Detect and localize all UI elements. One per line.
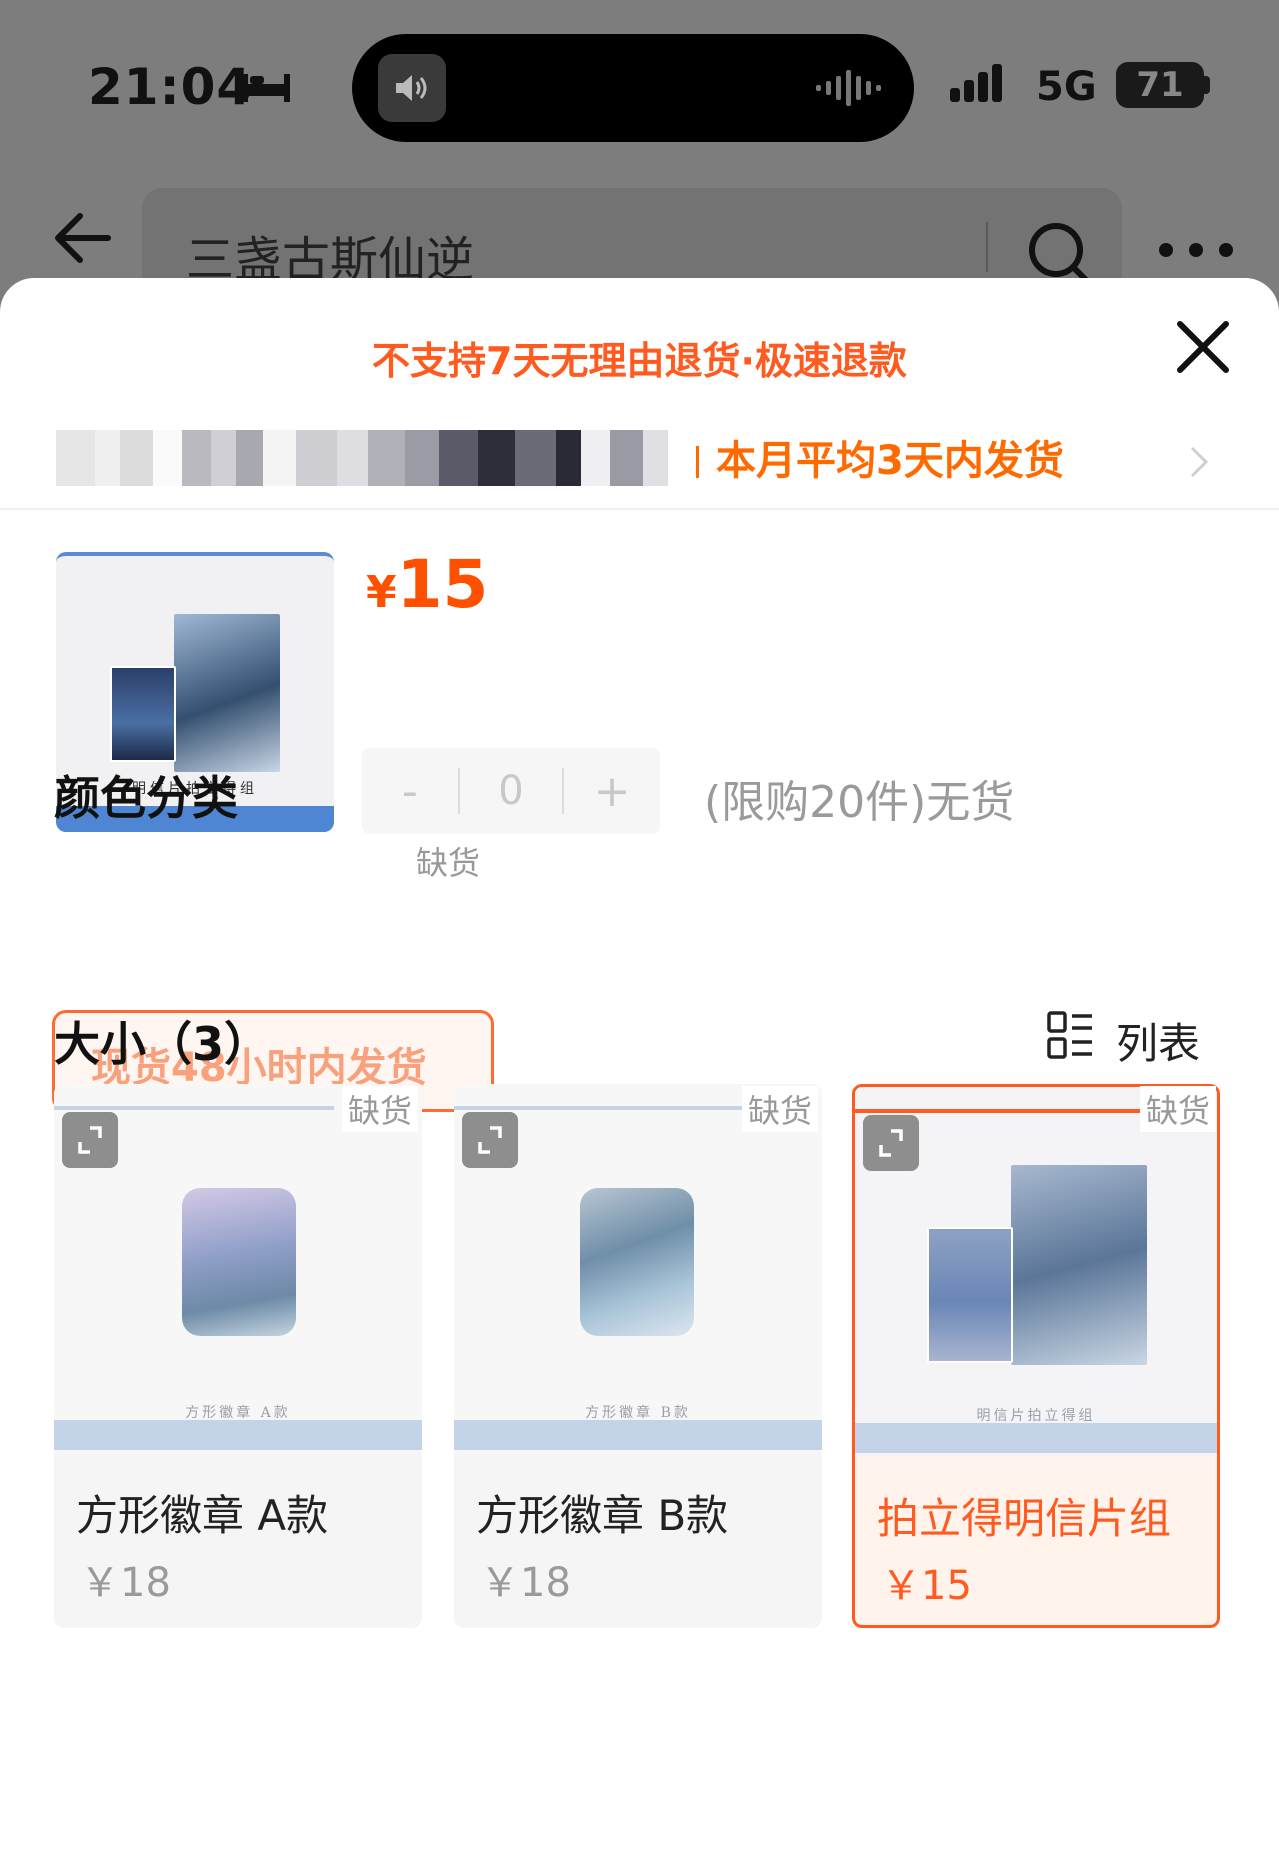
card-top-line: [855, 1109, 1145, 1113]
polaroid-art-front: [927, 1227, 1013, 1363]
waveform-icon: [816, 70, 881, 106]
card-caption: 方形徽章 B款: [585, 1405, 691, 1421]
size-section-title: 大小（3）: [54, 1017, 271, 1071]
sku-selector-sheet: 不支持7天无理由退货·极速退款 本月平均3天内发货 明信片拍立得组 ¥15 - …: [0, 278, 1279, 1858]
expand-image-icon[interactable]: [863, 1115, 919, 1171]
network-type: 5G: [1036, 64, 1097, 110]
shop-separator: [696, 446, 699, 478]
shop-name-blurred: [56, 430, 668, 486]
polaroid-art-back: [1011, 1165, 1147, 1365]
card-band: [855, 1423, 1217, 1453]
quantity-stepper[interactable]: - 0 +: [362, 748, 660, 834]
badge-art-b: [580, 1188, 694, 1336]
badge-art-a: [182, 1188, 296, 1336]
shop-info-row[interactable]: 本月平均3天内发货: [0, 408, 1279, 510]
quantity-value[interactable]: 0: [458, 768, 564, 814]
card-price: ￥18: [480, 1560, 571, 1606]
list-view-icon: [1047, 1011, 1092, 1059]
price-currency: ¥: [366, 567, 397, 618]
status-bar: 21:04 5G 71: [0, 0, 1279, 170]
card-caption: 方形徽章 A款: [185, 1405, 291, 1421]
card-price: ￥15: [881, 1563, 972, 1609]
out-of-stock-tag: 缺货: [410, 838, 487, 884]
cellular-signal-icon: [950, 64, 1002, 102]
card-top-line: [54, 1106, 334, 1110]
more-options-icon[interactable]: [1156, 240, 1236, 260]
card-name: 方形徽章 B款: [476, 1491, 729, 1540]
list-view-label: 列表: [1116, 1019, 1201, 1068]
increment-button[interactable]: +: [564, 766, 660, 817]
battery-nub: [1204, 76, 1210, 94]
out-of-stock-tag: 缺货: [1140, 1086, 1217, 1132]
status-time: 21:04: [88, 58, 253, 116]
color-section-title: 颜色分类: [54, 771, 238, 825]
back-arrow-icon[interactable]: [52, 210, 112, 266]
out-of-stock-tag: 缺货: [342, 1086, 419, 1132]
size-option-card-a[interactable]: 方形徽章 A款 方形徽章 A款 ￥18: [54, 1084, 422, 1628]
purchase-limit-status: (限购20件)无货: [704, 777, 1015, 828]
card-price: ￥18: [80, 1560, 171, 1606]
shipping-time-label: 本月平均3天内发货: [716, 438, 1064, 484]
dynamic-island: [352, 34, 914, 142]
size-option-card-b[interactable]: 方形徽章 B款 方形徽章 B款 ￥18: [454, 1084, 822, 1628]
card-band: [54, 1420, 422, 1450]
out-of-stock-tag: 缺货: [742, 1086, 819, 1132]
size-option-card-polaroid[interactable]: 明信片拍立得组 拍立得明信片组 ￥15: [852, 1084, 1220, 1628]
speaker-icon: [378, 54, 446, 122]
expand-image-icon[interactable]: [462, 1112, 518, 1168]
product-price: ¥15: [366, 546, 488, 623]
return-policy-notice: 不支持7天无理由退货·极速退款: [372, 339, 907, 383]
card-band: [454, 1420, 822, 1450]
thumb-art-front: [110, 666, 176, 762]
card-top-line: [454, 1106, 744, 1110]
price-value: 15: [396, 546, 489, 623]
card-caption: 明信片拍立得组: [976, 1408, 1096, 1424]
card-name: 拍立得明信片组: [877, 1494, 1172, 1543]
search-bar-row: 三盏古斯仙逆: [0, 180, 1279, 298]
battery-indicator: 71: [1116, 62, 1204, 108]
close-icon[interactable]: [1172, 316, 1234, 378]
card-name: 方形徽章 A款: [76, 1491, 329, 1540]
bed-icon: [242, 74, 290, 102]
thumb-art-back: [174, 614, 280, 772]
list-view-toggle[interactable]: 列表: [1046, 1008, 1246, 1068]
search-divider: [986, 222, 988, 272]
expand-image-icon[interactable]: [62, 1112, 118, 1168]
chevron-right-icon: [1190, 446, 1209, 478]
decrement-button[interactable]: -: [362, 766, 458, 817]
